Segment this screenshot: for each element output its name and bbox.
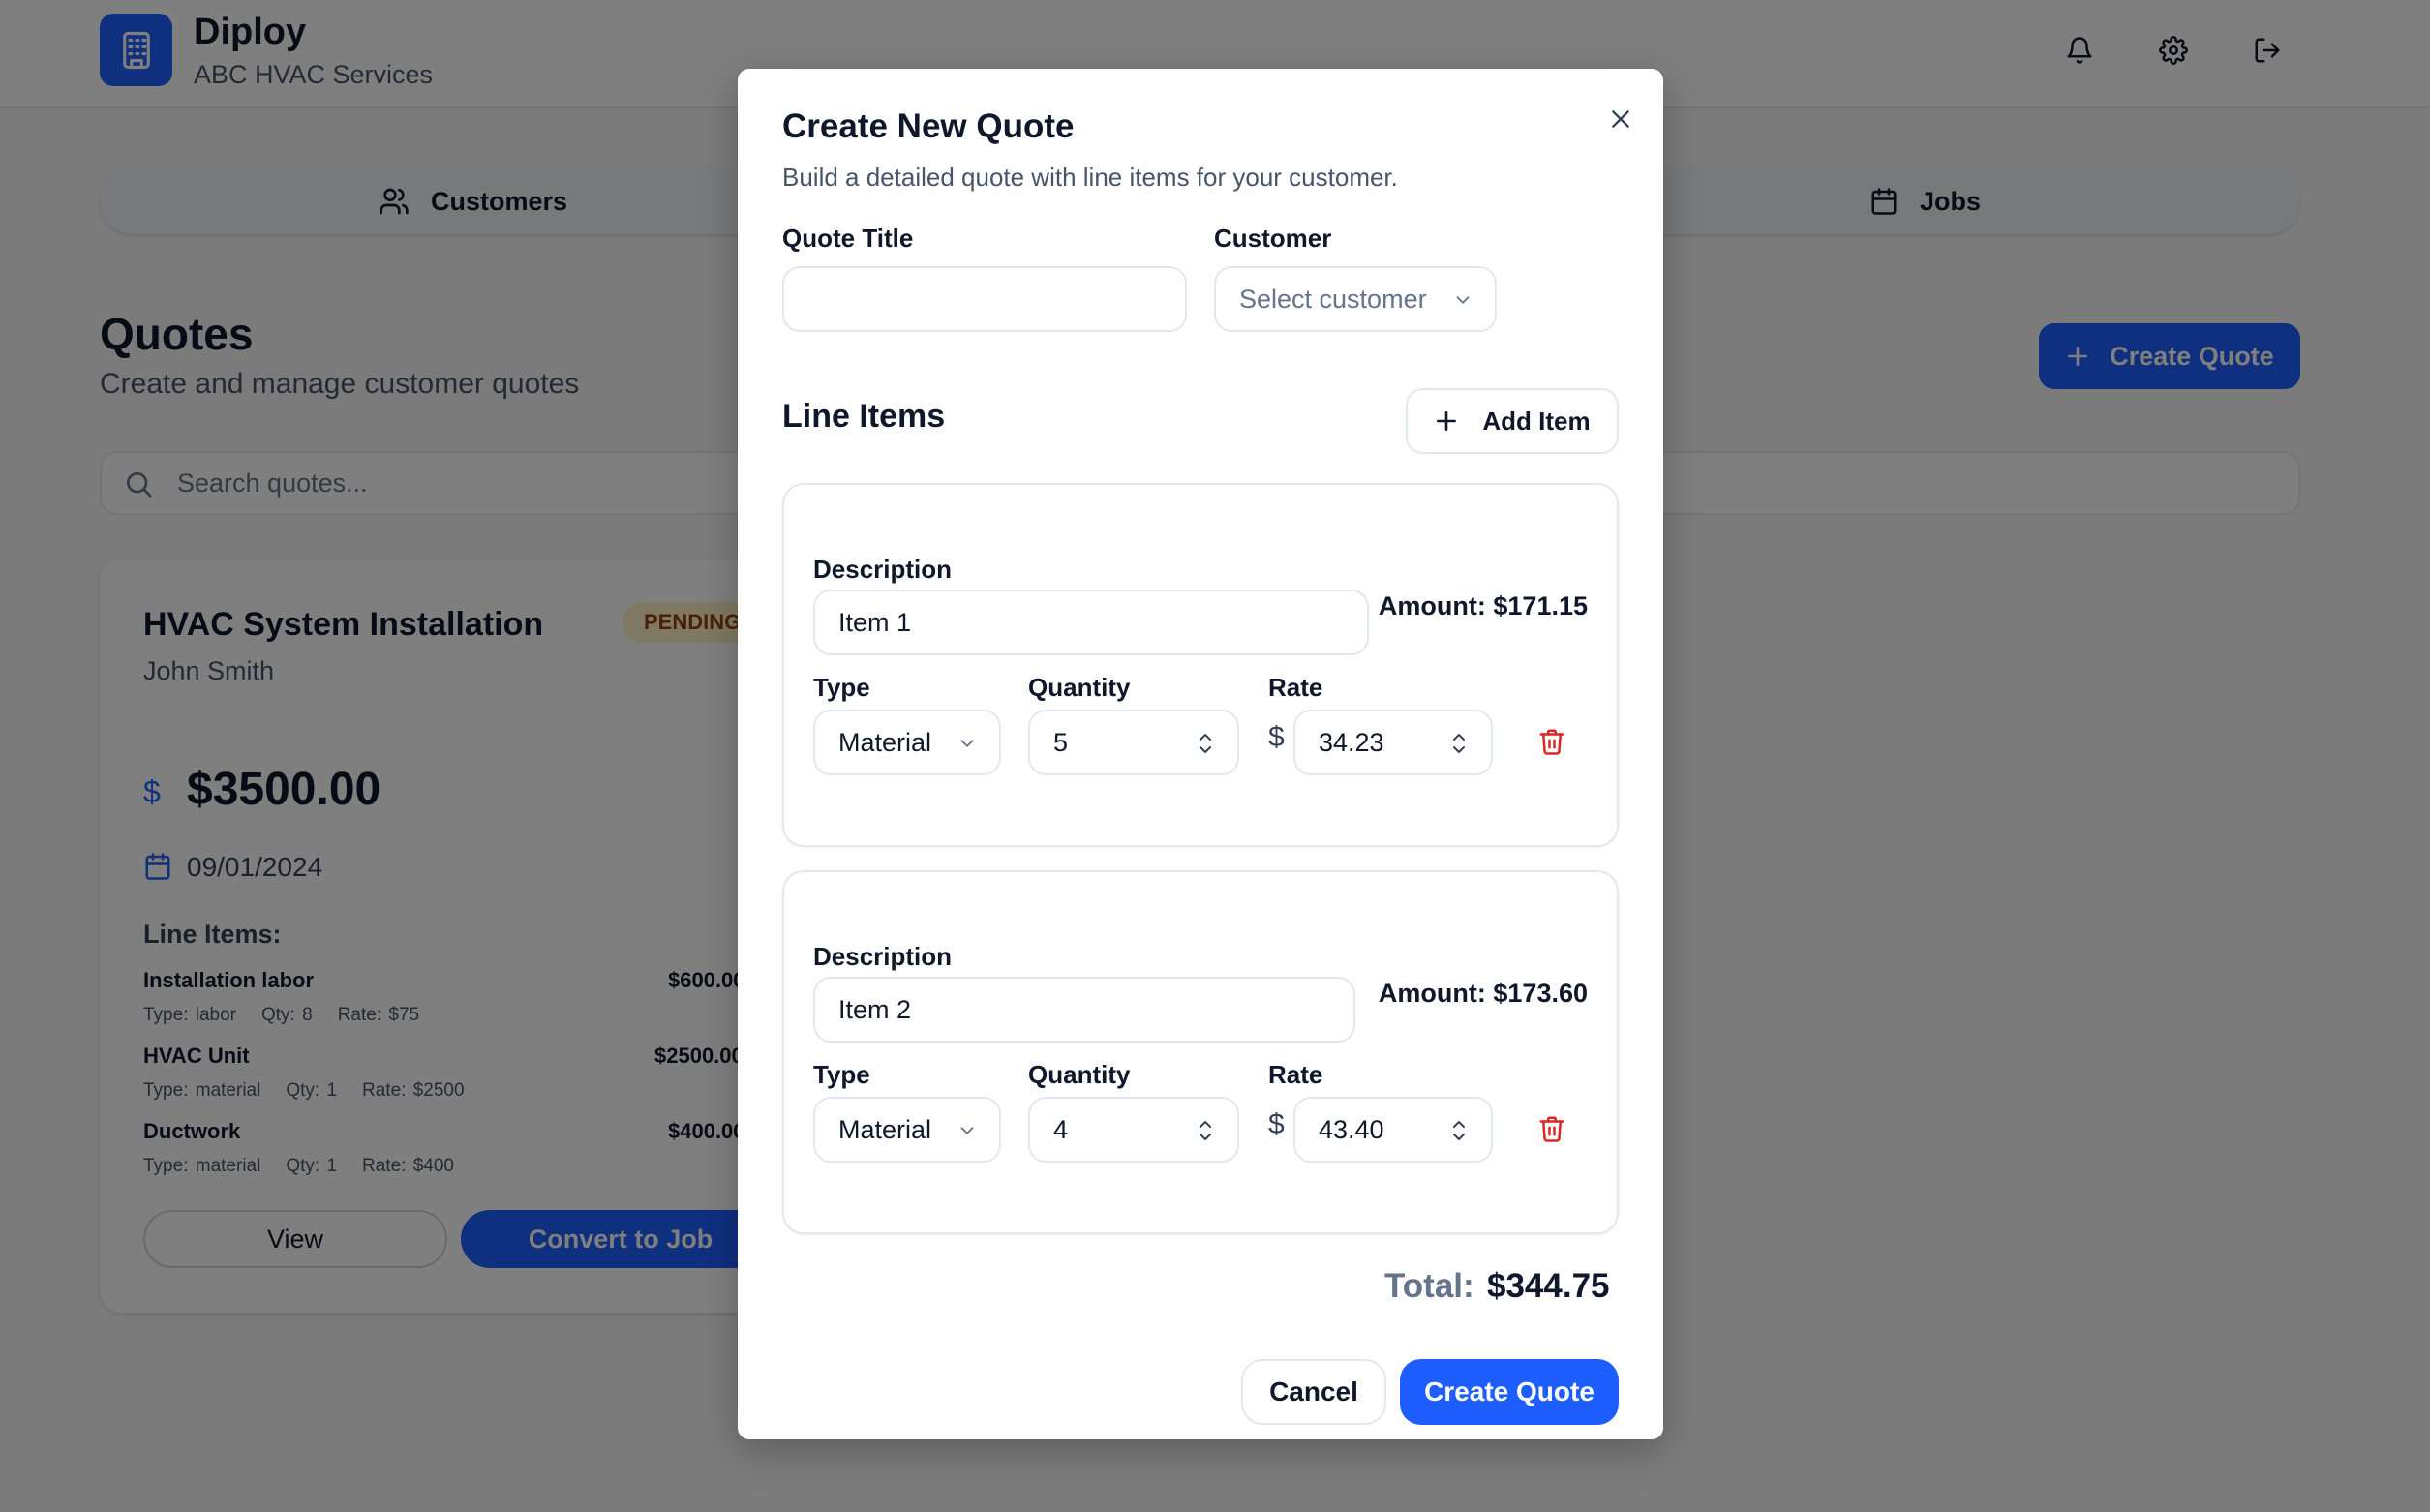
- add-item-label: Add Item: [1482, 406, 1591, 436]
- quantity-label: Quantity: [1028, 673, 1131, 702]
- customer-select[interactable]: Select customer: [1214, 266, 1497, 332]
- type-select[interactable]: Material: [813, 1097, 1001, 1163]
- stepper-arrows-icon[interactable]: [1195, 1116, 1216, 1145]
- quote-title-input[interactable]: [782, 266, 1187, 332]
- type-label: Type: [813, 1060, 870, 1089]
- total-value: $344.75: [1487, 1267, 1610, 1305]
- type-select[interactable]: Material: [813, 710, 1001, 775]
- rate-stepper[interactable]: 43.40: [1293, 1097, 1493, 1163]
- close-button[interactable]: [1603, 102, 1638, 136]
- quote-title-label: Quote Title: [782, 224, 914, 253]
- description-label: Description: [813, 555, 953, 584]
- rate-label: Rate: [1268, 1060, 1323, 1089]
- stepper-arrows-icon[interactable]: [1195, 729, 1216, 758]
- stepper-arrows-icon[interactable]: [1448, 1116, 1470, 1145]
- quantity-value: 4: [1053, 1114, 1069, 1144]
- dollar-icon: $: [1268, 1108, 1285, 1140]
- rate-value: 34.23: [1319, 727, 1384, 757]
- line-item-card: Description Item 2 Amount: $173.60 Type …: [782, 870, 1619, 1234]
- line-item-amount: Amount: $173.60: [1378, 979, 1588, 1008]
- chevron-down-icon: [960, 740, 974, 748]
- rate-stepper[interactable]: 34.23: [1293, 710, 1493, 775]
- delete-item-button[interactable]: [1535, 725, 1568, 758]
- description-value: Item 1: [838, 607, 912, 637]
- quantity-stepper[interactable]: 4: [1028, 1097, 1239, 1163]
- submit-create-quote-button[interactable]: Create Quote: [1400, 1359, 1619, 1425]
- dialog-title: Create New Quote: [782, 107, 1075, 145]
- description-input[interactable]: Item 2: [813, 977, 1355, 1043]
- line-item-card: Description Item 1 Amount: $171.15 Type …: [782, 483, 1619, 847]
- description-input[interactable]: Item 1: [813, 590, 1369, 655]
- type-value: Material: [838, 1114, 932, 1144]
- quantity-label: Quantity: [1028, 1060, 1131, 1089]
- quantity-stepper[interactable]: 5: [1028, 710, 1239, 775]
- chevron-down-icon: [960, 1127, 974, 1135]
- chevron-down-icon: [1456, 296, 1470, 305]
- trash-icon: [1539, 729, 1564, 755]
- type-value: Material: [838, 727, 932, 757]
- add-item-button[interactable]: Add Item: [1406, 388, 1619, 454]
- stepper-arrows-icon[interactable]: [1448, 729, 1470, 758]
- description-label: Description: [813, 942, 953, 971]
- customer-label: Customer: [1214, 224, 1332, 253]
- quantity-value: 5: [1053, 727, 1069, 757]
- rate-value: 43.40: [1319, 1114, 1384, 1144]
- line-item-amount: Amount: $171.15: [1378, 591, 1588, 620]
- line-items-title: Line Items: [782, 398, 946, 435]
- dialog-subtitle: Build a detailed quote with line items f…: [782, 163, 1398, 192]
- trash-icon: [1539, 1116, 1564, 1142]
- cancel-button[interactable]: Cancel: [1241, 1359, 1386, 1425]
- dollar-icon: $: [1268, 721, 1285, 753]
- close-icon: [1612, 110, 1629, 128]
- total-label: Total:: [1384, 1267, 1474, 1305]
- customer-select-placeholder: Select customer: [1239, 284, 1427, 314]
- rate-label: Rate: [1268, 673, 1323, 702]
- create-quote-dialog: Create New Quote Build a detailed quote …: [738, 69, 1663, 1439]
- type-label: Type: [813, 673, 870, 702]
- plus-icon: [1437, 411, 1457, 431]
- description-value: Item 2: [838, 994, 912, 1024]
- delete-item-button[interactable]: [1535, 1112, 1568, 1145]
